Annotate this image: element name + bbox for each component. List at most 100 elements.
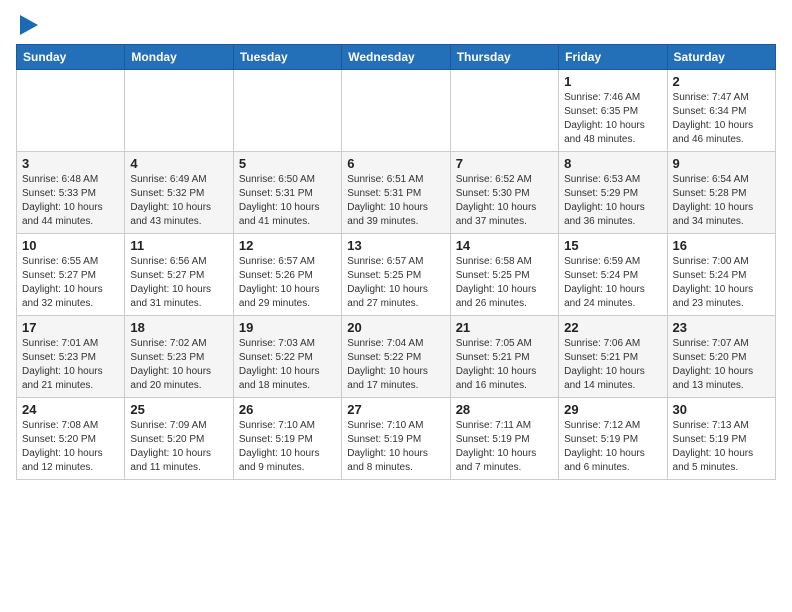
day-header-tuesday: Tuesday bbox=[233, 45, 341, 70]
day-number: 2 bbox=[673, 74, 770, 89]
day-number: 4 bbox=[130, 156, 227, 171]
day-number: 3 bbox=[22, 156, 119, 171]
calendar-table: SundayMondayTuesdayWednesdayThursdayFrid… bbox=[16, 44, 776, 480]
calendar-cell: 17 Sunrise: 7:01 AM Sunset: 5:23 PM Dayli… bbox=[17, 316, 125, 398]
day-header-saturday: Saturday bbox=[667, 45, 775, 70]
day-info: Sunrise: 7:13 AM Sunset: 5:19 PM Dayligh… bbox=[673, 419, 770, 475]
day-number: 20 bbox=[347, 320, 444, 335]
calendar-cell: 3 Sunrise: 6:48 AM Sunset: 5:33 PM Daylig… bbox=[17, 152, 125, 234]
day-info: Sunrise: 7:10 AM Sunset: 5:19 PM Dayligh… bbox=[347, 419, 444, 475]
calendar-cell: 22 Sunrise: 7:06 AM Sunset: 5:21 PM Dayli… bbox=[559, 316, 667, 398]
page-header bbox=[16, 16, 776, 34]
day-number: 14 bbox=[456, 238, 553, 253]
day-info: Sunrise: 6:57 AM Sunset: 5:25 PM Dayligh… bbox=[347, 255, 444, 311]
day-number: 28 bbox=[456, 402, 553, 417]
calendar-cell: 28 Sunrise: 7:11 AM Sunset: 5:19 PM Dayli… bbox=[450, 398, 558, 480]
day-number: 10 bbox=[22, 238, 119, 253]
day-number: 24 bbox=[22, 402, 119, 417]
calendar-cell: 18 Sunrise: 7:02 AM Sunset: 5:23 PM Dayli… bbox=[125, 316, 233, 398]
day-info: Sunrise: 7:46 AM Sunset: 6:35 PM Dayligh… bbox=[564, 91, 661, 147]
day-number: 9 bbox=[673, 156, 770, 171]
calendar-cell: 6Sunrise: 6:51 AM Sunset: 5:31 PM Daylig… bbox=[342, 152, 450, 234]
day-header-thursday: Thursday bbox=[450, 45, 558, 70]
day-info: Sunrise: 7:11 AM Sunset: 5:19 PM Dayligh… bbox=[456, 419, 553, 475]
calendar-cell: 14 Sunrise: 6:58 AM Sunset: 5:25 PM Dayli… bbox=[450, 234, 558, 316]
week-row-3: 10 Sunrise: 6:55 AM Sunset: 5:27 PM Dayli… bbox=[17, 234, 776, 316]
calendar-cell bbox=[125, 70, 233, 152]
day-info: Sunrise: 6:59 AM Sunset: 5:24 PM Dayligh… bbox=[564, 255, 661, 311]
day-info: Sunrise: 7:10 AM Sunset: 5:19 PM Dayligh… bbox=[239, 419, 336, 475]
week-row-5: 24 Sunrise: 7:08 AM Sunset: 5:20 PM Dayli… bbox=[17, 398, 776, 480]
day-number: 5 bbox=[239, 156, 336, 171]
day-info: Sunrise: 7:47 AM Sunset: 6:34 PM Dayligh… bbox=[673, 91, 770, 147]
calendar-cell: 7Sunrise: 6:52 AM Sunset: 5:30 PM Daylig… bbox=[450, 152, 558, 234]
day-info: Sunrise: 6:57 AM Sunset: 5:26 PM Dayligh… bbox=[239, 255, 336, 311]
week-row-1: 1 Sunrise: 7:46 AM Sunset: 6:35 PM Daylig… bbox=[17, 70, 776, 152]
calendar-cell: 9 Sunrise: 6:54 AM Sunset: 5:28 PM Daylig… bbox=[667, 152, 775, 234]
calendar-cell: 15Sunrise: 6:59 AM Sunset: 5:24 PM Dayli… bbox=[559, 234, 667, 316]
day-info: Sunrise: 7:02 AM Sunset: 5:23 PM Dayligh… bbox=[130, 337, 227, 393]
calendar-cell: 25Sunrise: 7:09 AM Sunset: 5:20 PM Dayli… bbox=[125, 398, 233, 480]
day-info: Sunrise: 7:07 AM Sunset: 5:20 PM Dayligh… bbox=[673, 337, 770, 393]
day-number: 27 bbox=[347, 402, 444, 417]
day-header-sunday: Sunday bbox=[17, 45, 125, 70]
day-info: Sunrise: 6:55 AM Sunset: 5:27 PM Dayligh… bbox=[22, 255, 119, 311]
day-info: Sunrise: 6:58 AM Sunset: 5:25 PM Dayligh… bbox=[456, 255, 553, 311]
calendar-cell: 23 Sunrise: 7:07 AM Sunset: 5:20 PM Dayli… bbox=[667, 316, 775, 398]
calendar-cell: 2 Sunrise: 7:47 AM Sunset: 6:34 PM Daylig… bbox=[667, 70, 775, 152]
day-info: Sunrise: 6:49 AM Sunset: 5:32 PM Dayligh… bbox=[130, 173, 227, 229]
logo bbox=[16, 16, 39, 34]
day-number: 11 bbox=[130, 238, 227, 253]
day-info: Sunrise: 6:50 AM Sunset: 5:31 PM Dayligh… bbox=[239, 173, 336, 229]
day-number: 22 bbox=[564, 320, 661, 335]
header-row: SundayMondayTuesdayWednesdayThursdayFrid… bbox=[17, 45, 776, 70]
day-info: Sunrise: 7:06 AM Sunset: 5:21 PM Dayligh… bbox=[564, 337, 661, 393]
week-row-2: 3 Sunrise: 6:48 AM Sunset: 5:33 PM Daylig… bbox=[17, 152, 776, 234]
day-number: 13 bbox=[347, 238, 444, 253]
day-number: 23 bbox=[673, 320, 770, 335]
calendar-cell: 13 Sunrise: 6:57 AM Sunset: 5:25 PM Dayli… bbox=[342, 234, 450, 316]
calendar-cell: 20 Sunrise: 7:04 AM Sunset: 5:22 PM Dayli… bbox=[342, 316, 450, 398]
calendar-cell: 30 Sunrise: 7:13 AM Sunset: 5:19 PM Dayli… bbox=[667, 398, 775, 480]
calendar-cell: 27 Sunrise: 7:10 AM Sunset: 5:19 PM Dayli… bbox=[342, 398, 450, 480]
day-number: 1 bbox=[564, 74, 661, 89]
day-info: Sunrise: 6:51 AM Sunset: 5:31 PM Dayligh… bbox=[347, 173, 444, 229]
day-number: 30 bbox=[673, 402, 770, 417]
day-info: Sunrise: 7:01 AM Sunset: 5:23 PM Dayligh… bbox=[22, 337, 119, 393]
calendar-cell: 8Sunrise: 6:53 AM Sunset: 5:29 PM Daylig… bbox=[559, 152, 667, 234]
day-info: Sunrise: 7:00 AM Sunset: 5:24 PM Dayligh… bbox=[673, 255, 770, 311]
day-number: 7 bbox=[456, 156, 553, 171]
day-info: Sunrise: 7:03 AM Sunset: 5:22 PM Dayligh… bbox=[239, 337, 336, 393]
calendar-cell: 16Sunrise: 7:00 AM Sunset: 5:24 PM Dayli… bbox=[667, 234, 775, 316]
calendar-cell: 12 Sunrise: 6:57 AM Sunset: 5:26 PM Dayli… bbox=[233, 234, 341, 316]
day-header-wednesday: Wednesday bbox=[342, 45, 450, 70]
calendar-cell: 21 Sunrise: 7:05 AM Sunset: 5:21 PM Dayli… bbox=[450, 316, 558, 398]
day-info: Sunrise: 7:08 AM Sunset: 5:20 PM Dayligh… bbox=[22, 419, 119, 475]
day-info: Sunrise: 7:04 AM Sunset: 5:22 PM Dayligh… bbox=[347, 337, 444, 393]
calendar-cell: 11Sunrise: 6:56 AM Sunset: 5:27 PM Dayli… bbox=[125, 234, 233, 316]
day-info: Sunrise: 6:53 AM Sunset: 5:29 PM Dayligh… bbox=[564, 173, 661, 229]
day-number: 17 bbox=[22, 320, 119, 335]
day-info: Sunrise: 7:05 AM Sunset: 5:21 PM Dayligh… bbox=[456, 337, 553, 393]
calendar-cell: 5 Sunrise: 6:50 AM Sunset: 5:31 PM Daylig… bbox=[233, 152, 341, 234]
day-number: 21 bbox=[456, 320, 553, 335]
day-number: 12 bbox=[239, 238, 336, 253]
calendar-cell bbox=[450, 70, 558, 152]
day-number: 18 bbox=[130, 320, 227, 335]
calendar-cell: 4 Sunrise: 6:49 AM Sunset: 5:32 PM Daylig… bbox=[125, 152, 233, 234]
day-info: Sunrise: 7:12 AM Sunset: 5:19 PM Dayligh… bbox=[564, 419, 661, 475]
calendar-cell: 24 Sunrise: 7:08 AM Sunset: 5:20 PM Dayli… bbox=[17, 398, 125, 480]
day-number: 29 bbox=[564, 402, 661, 417]
calendar-cell bbox=[233, 70, 341, 152]
calendar-cell bbox=[17, 70, 125, 152]
day-number: 26 bbox=[239, 402, 336, 417]
calendar-body: 1 Sunrise: 7:46 AM Sunset: 6:35 PM Daylig… bbox=[17, 70, 776, 480]
week-row-4: 17 Sunrise: 7:01 AM Sunset: 5:23 PM Dayli… bbox=[17, 316, 776, 398]
day-header-monday: Monday bbox=[125, 45, 233, 70]
day-info: Sunrise: 6:54 AM Sunset: 5:28 PM Dayligh… bbox=[673, 173, 770, 229]
day-info: Sunrise: 7:09 AM Sunset: 5:20 PM Dayligh… bbox=[130, 419, 227, 475]
calendar-cell: 1 Sunrise: 7:46 AM Sunset: 6:35 PM Daylig… bbox=[559, 70, 667, 152]
day-info: Sunrise: 6:48 AM Sunset: 5:33 PM Dayligh… bbox=[22, 173, 119, 229]
calendar-cell: 29 Sunrise: 7:12 AM Sunset: 5:19 PM Dayli… bbox=[559, 398, 667, 480]
logo-triangle-icon bbox=[20, 15, 38, 35]
